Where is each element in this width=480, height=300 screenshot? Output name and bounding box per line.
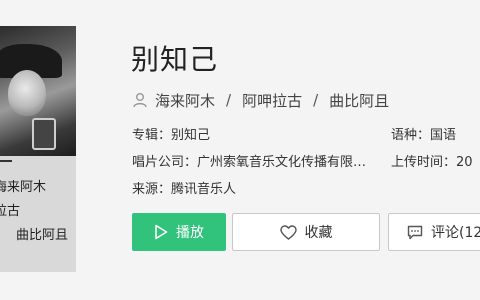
album-label: 专辑： <box>132 128 172 143</box>
artist-link-3[interactable]: 曲比阿且 <box>329 90 389 111</box>
company-link[interactable]: 广州索氧音乐文化传播有限… <box>197 155 366 170</box>
company-label: 唱片公司： <box>132 155 198 170</box>
favorite-button[interactable]: 收藏 <box>232 213 380 251</box>
cover-name-2: 拉古 <box>0 204 21 219</box>
upload-date-label: 上传时间： <box>391 155 457 170</box>
artist-link-1[interactable]: 海来阿木 <box>155 90 215 111</box>
source-value: 腾讯音乐人 <box>171 182 237 197</box>
comment-icon <box>407 225 423 239</box>
source-info: 来源：腾讯音乐人 <box>132 178 236 197</box>
cover-artist-names: 海来阿木 拉古 曲比阿且 <box>0 176 76 248</box>
language-info: 语种：国语 <box>391 124 456 143</box>
play-button[interactable]: 播放 <box>132 213 226 251</box>
song-title: 别知己 <box>131 43 219 76</box>
cover-name-3: 曲比阿且 <box>16 228 69 243</box>
comment-button[interactable]: 评论(124 <box>388 213 480 251</box>
cover-name-1: 海来阿木 <box>0 180 47 195</box>
play-icon <box>155 224 168 240</box>
album-cover[interactable]: 海来阿木 拉古 曲比阿且 <box>0 26 76 272</box>
artist-link-2[interactable]: 阿呷拉古 <box>242 90 302 111</box>
album-link[interactable]: 别知己 <box>171 128 210 143</box>
cover-divider <box>0 160 12 162</box>
user-icon <box>133 93 147 108</box>
favorite-button-label: 收藏 <box>304 225 333 241</box>
comment-button-label: 评论(124 <box>431 225 480 241</box>
upload-date-value: 20 <box>456 155 473 170</box>
company-info: 唱片公司：广州索氧音乐文化传播有限… <box>132 151 377 170</box>
artist-separator: / <box>313 91 319 109</box>
language-label: 语种： <box>391 128 431 143</box>
language-value: 国语 <box>430 128 457 143</box>
heart-icon <box>279 224 297 240</box>
cover-photo <box>0 26 76 156</box>
upload-date-info: 上传时间：20 <box>391 151 473 170</box>
album-info: 专辑：别知己 <box>132 124 210 143</box>
source-label: 来源： <box>132 182 172 197</box>
play-button-label: 播放 <box>176 225 204 241</box>
artist-separator: / <box>226 91 232 109</box>
artist-list: 海来阿木 / 阿呷拉古 / 曲比阿且 <box>132 89 389 111</box>
